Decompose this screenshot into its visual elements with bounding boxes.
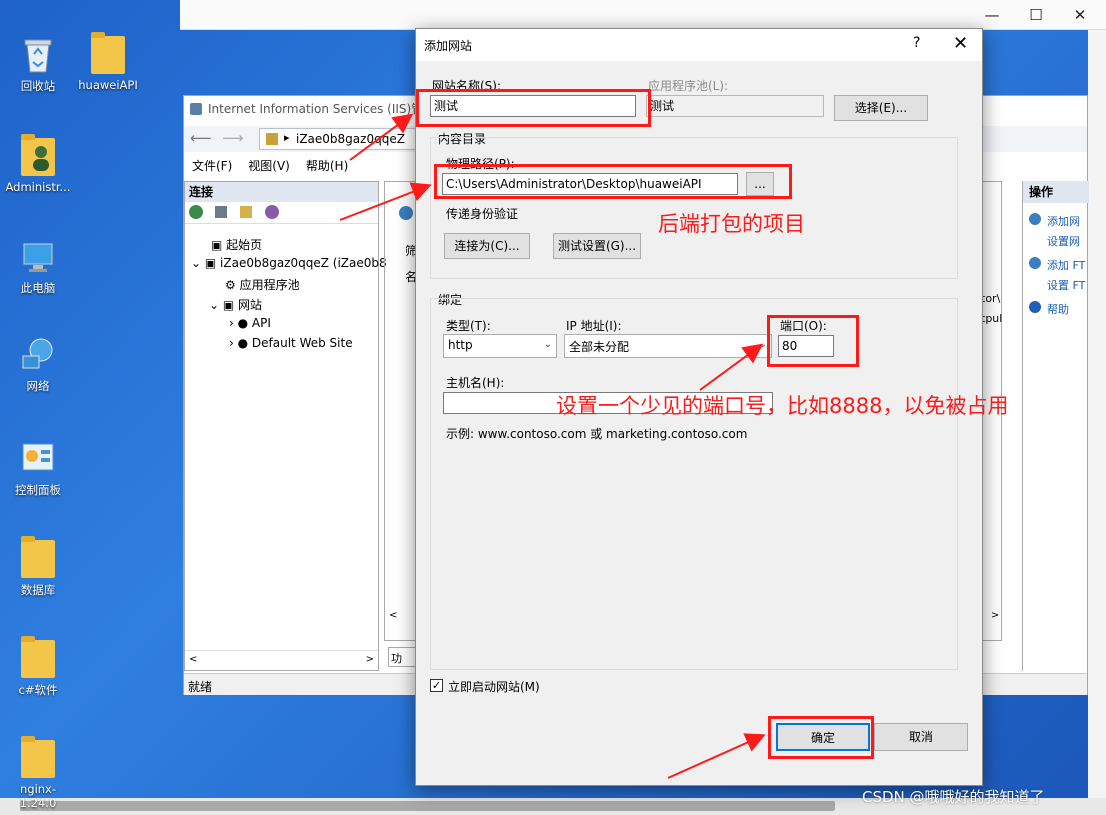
annotation-arrows	[339, 113, 766, 779]
arrow-to-physical-path	[339, 182, 432, 221]
arrow-to-ok	[667, 733, 766, 779]
arrow-to-port	[699, 343, 764, 391]
csdn-watermark: CSDN @哦哦好的我知道了	[862, 788, 1045, 806]
arrow-to-site-name	[349, 113, 414, 161]
